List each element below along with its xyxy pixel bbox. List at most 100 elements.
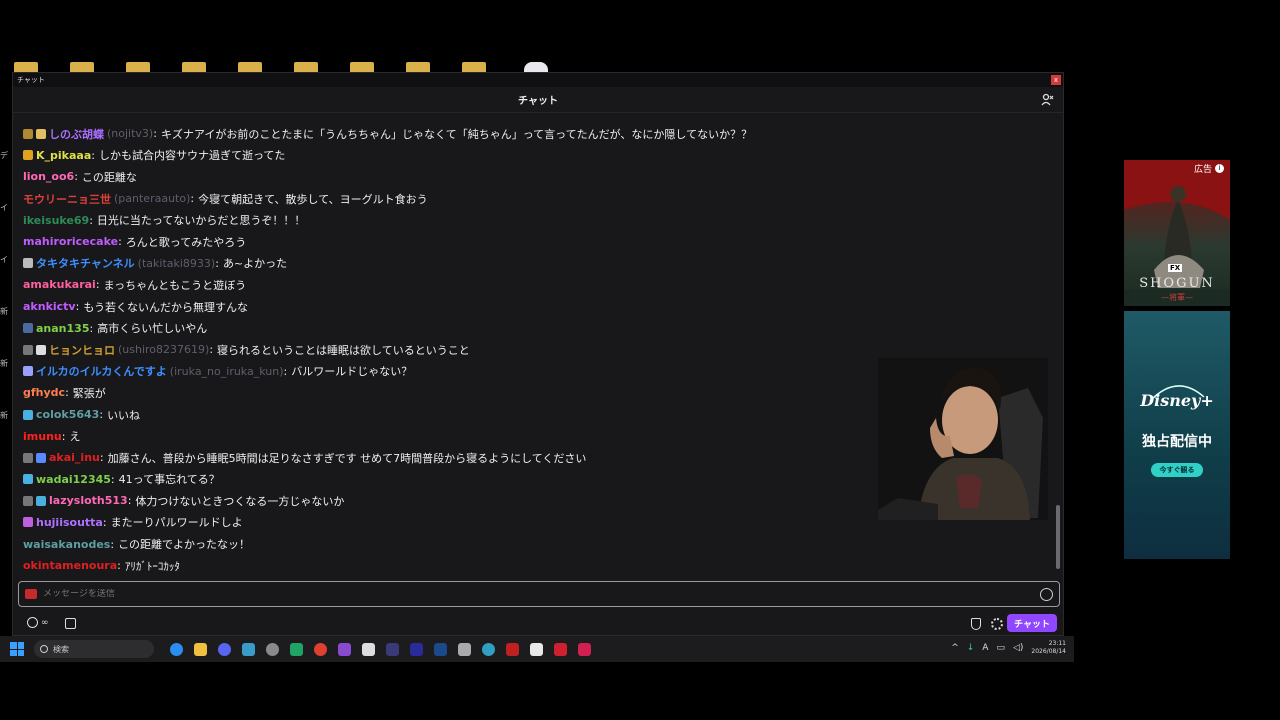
badge-icon[interactable] bbox=[23, 128, 33, 139]
close-button[interactable]: x bbox=[1051, 75, 1061, 85]
chat-username[interactable]: okintamenoura bbox=[23, 559, 117, 572]
points-icon bbox=[27, 617, 38, 628]
chat-username[interactable]: anan135 bbox=[36, 322, 89, 335]
scrollbar[interactable] bbox=[1056, 505, 1060, 569]
chat-username[interactable]: colok5643 bbox=[36, 408, 99, 421]
chat-username[interactable]: imunu bbox=[23, 430, 62, 443]
excel-icon[interactable] bbox=[290, 642, 303, 656]
badge-icon[interactable] bbox=[23, 366, 33, 377]
app-globe-icon[interactable] bbox=[482, 642, 495, 656]
badge-icon[interactable] bbox=[23, 517, 33, 528]
ad-shogun[interactable]: 広告 i FX SHOGUN —将軍— bbox=[1124, 160, 1230, 306]
chrome-icon[interactable] bbox=[314, 642, 327, 656]
file-explorer-icon[interactable] bbox=[194, 642, 207, 656]
app-box-icon[interactable] bbox=[458, 642, 471, 656]
chat-username[interactable]: ヒョンヒョロ bbox=[49, 342, 115, 358]
titlebar-title: チャット bbox=[17, 76, 45, 84]
chat-separator: : bbox=[61, 429, 66, 443]
monitor-icon[interactable] bbox=[410, 642, 423, 656]
ime-indicator[interactable]: A bbox=[982, 643, 988, 653]
badge-icon[interactable] bbox=[23, 323, 33, 334]
chat-input-box[interactable] bbox=[18, 581, 1060, 607]
chat-username[interactable]: aknkictv bbox=[23, 300, 76, 313]
chat-username[interactable]: lazysloth513 bbox=[49, 494, 128, 507]
ad-label-text: 広告 bbox=[1193, 165, 1212, 175]
badge-icon[interactable] bbox=[36, 452, 46, 463]
channel-points[interactable]: ∞ bbox=[27, 617, 49, 628]
taskbar-time: 23:11 bbox=[1048, 640, 1066, 647]
badge-icon[interactable] bbox=[36, 128, 46, 139]
chat-separator: : bbox=[102, 515, 107, 529]
desktop-icon-label: 新 bbox=[0, 307, 8, 316]
volume-icon[interactable]: ◁) bbox=[1013, 643, 1023, 653]
desktop-icon-label: イ bbox=[0, 203, 8, 212]
badge-icon[interactable] bbox=[23, 344, 33, 355]
app-red3-icon[interactable] bbox=[578, 642, 591, 656]
chat-text: キズナアイがお前のことたまに「うんちちゃん」じゃなくて「純ちゃん」って言ってたん… bbox=[160, 127, 753, 141]
app-red-icon[interactable] bbox=[506, 642, 519, 656]
chat-message: しのぶ胡蝶 (nojitv3): キズナアイがお前のことたまに「うんちちゃん」じゃな… bbox=[23, 123, 1053, 145]
chat-message: okintamenoura: ｱﾘｶﾞﾄｰｺｶｯﾀ bbox=[23, 555, 1053, 575]
badge-icon[interactable] bbox=[23, 474, 33, 485]
taskbar-search[interactable]: 検索 bbox=[34, 640, 154, 658]
ad-disney[interactable]: Disney+ 独占配信中 今すぐ観る bbox=[1124, 311, 1230, 559]
chat-username[interactable]: lion_oo6 bbox=[23, 170, 74, 183]
chat-username[interactable]: akai_inu bbox=[49, 451, 100, 464]
camera-icon[interactable] bbox=[25, 589, 37, 599]
chat-title: チャット bbox=[518, 96, 558, 107]
gear-icon[interactable] bbox=[991, 618, 1003, 630]
taskbar-clock[interactable]: 23:11 2026/08/14 bbox=[1031, 640, 1066, 656]
emoji-icon[interactable] bbox=[1040, 587, 1053, 601]
chat-text: この距離でよかったなッ！ bbox=[118, 538, 251, 552]
chat-input[interactable] bbox=[43, 589, 1040, 599]
app-triangle-icon[interactable] bbox=[338, 642, 351, 656]
chat-send-button[interactable]: チャット bbox=[1007, 614, 1057, 632]
chat-window: チャット x チャット しのぶ胡蝶 (nojitv3): キズナアイがお前のことたま… bbox=[12, 72, 1064, 636]
badge-icon[interactable] bbox=[23, 409, 33, 420]
obs-icon[interactable] bbox=[266, 642, 279, 656]
chat-username[interactable]: mahiroricecake bbox=[23, 235, 118, 248]
chat-username[interactable]: hujiisoutta bbox=[36, 516, 103, 529]
chat-username[interactable]: amakukarai bbox=[23, 278, 96, 291]
x-icon[interactable] bbox=[362, 642, 375, 656]
chat-message: モウリーニョ三世 (panteraauto): 今寝て朝起きて、散歩して、ヨーグルト… bbox=[23, 188, 1053, 210]
chat-username[interactable]: wadai12345 bbox=[36, 473, 111, 486]
ad-cta-button[interactable]: 今すぐ観る bbox=[1151, 463, 1203, 477]
badge-icon[interactable] bbox=[23, 258, 33, 269]
badge-icon[interactable] bbox=[36, 344, 46, 355]
desktop-icon-label: デ bbox=[0, 151, 8, 160]
shield-icon[interactable] bbox=[971, 618, 981, 630]
chat-text: 緊張が bbox=[72, 386, 106, 400]
chat-username[interactable]: しのぶ胡蝶 bbox=[49, 126, 104, 142]
mic-icon[interactable]: ↓ bbox=[967, 643, 975, 653]
users-icon[interactable] bbox=[1041, 93, 1055, 107]
chat-username[interactable]: タキタキチャンネル bbox=[36, 255, 135, 271]
chat-login: (panteraauto) bbox=[114, 192, 191, 206]
network-icon[interactable]: ▭ bbox=[996, 643, 1005, 653]
badge-icon[interactable] bbox=[23, 452, 33, 463]
chat-message: anan135: 高市くらい忙しいやん bbox=[23, 317, 1053, 339]
chat-username[interactable]: ikeisuke69 bbox=[23, 214, 89, 227]
chat-username[interactable]: gfhydc bbox=[23, 386, 65, 399]
chat-username[interactable]: モウリーニョ三世 bbox=[23, 191, 111, 207]
badge-icon[interactable] bbox=[36, 495, 46, 506]
edge-icon[interactable] bbox=[170, 642, 183, 656]
badge-icon[interactable] bbox=[23, 495, 33, 506]
chat-separator: : bbox=[110, 537, 115, 551]
chat-username[interactable]: waisakanodes bbox=[23, 538, 110, 551]
windows-start-icon[interactable] bbox=[10, 642, 24, 656]
badge-icon[interactable] bbox=[23, 150, 33, 161]
steam-icon[interactable] bbox=[434, 642, 447, 656]
app-circle-icon[interactable] bbox=[386, 642, 399, 656]
app-x-red-icon[interactable] bbox=[530, 642, 543, 656]
app-red2-icon[interactable] bbox=[554, 642, 567, 656]
ad-disney-headline: 独占配信中 bbox=[1142, 434, 1212, 450]
discord-icon[interactable] bbox=[218, 642, 231, 656]
notepad-icon[interactable] bbox=[242, 642, 255, 656]
info-icon[interactable]: i bbox=[1215, 164, 1224, 173]
chat-text: もう若くないんだから無理すんな bbox=[83, 300, 248, 314]
bits-icon[interactable] bbox=[65, 618, 76, 629]
chevron-up-icon[interactable]: ^ bbox=[951, 643, 959, 653]
chat-username[interactable]: K_pikaaa bbox=[36, 149, 91, 162]
chat-username[interactable]: イルカのイルカくんですよ bbox=[36, 363, 167, 379]
